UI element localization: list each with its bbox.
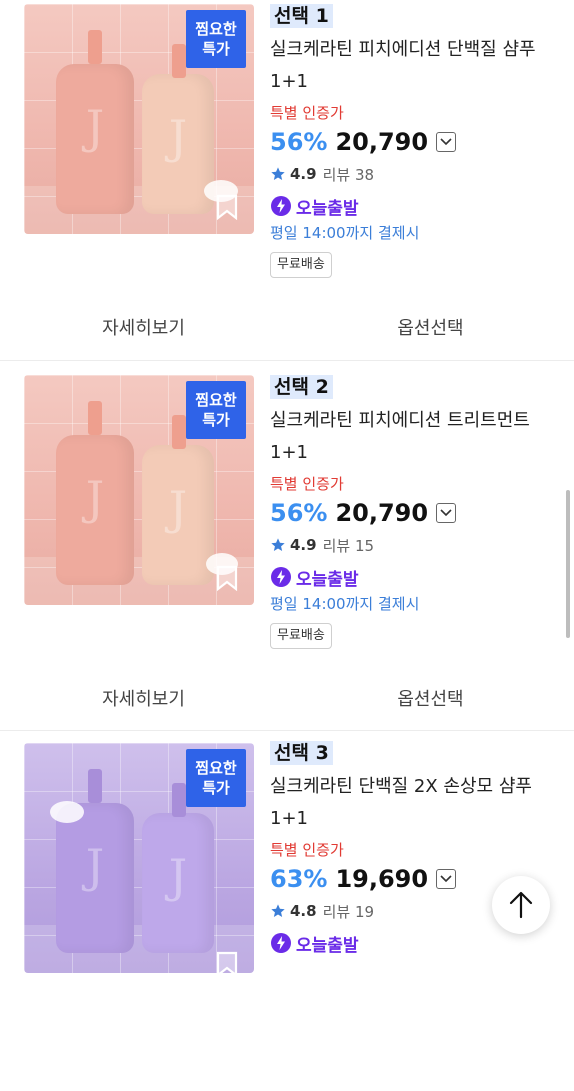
badge-line-2: 특가 [202,411,230,429]
select-option-button[interactable]: 옵션선택 [287,302,574,352]
rating-score: 4.8 [290,902,317,920]
product-name-line2: 1+1 [270,71,308,92]
rating-score: 4.9 [290,165,317,183]
discount-rate: 63% [270,865,328,893]
product-name: 실크케라틴 피치에디션 트리트먼트 [270,410,530,431]
bottle: J [56,401,134,585]
bottle: J [142,44,214,214]
rating-score: 4.9 [290,536,317,554]
discount-rate: 56% [270,128,328,156]
arrow-up-icon [509,891,533,919]
product-image[interactable]: J J 찜요한 특가 [24,4,254,234]
today-shipping-label: 오늘출발 [296,198,359,219]
view-detail-button[interactable]: 자세히보기 [0,673,287,723]
product-info: 선택 2 실크케라틴 피치에디션 트리트먼트 1+1 특별 인증가 56% 20… [270,375,560,649]
lightning-icon [271,196,291,216]
product-card-1[interactable]: J J 찜요한 특가 선택 1 실크케라틴 피치에디션 단백질 샴푸 1+1 특… [0,0,574,360]
badge-line-1: 찜요한 [195,20,237,38]
price-row: 56% 20,790 [270,497,560,529]
product-name-line2: 1+1 [270,442,308,463]
rating-row: 4.9 리뷰 15 [270,533,560,557]
shipping-cutoff: 평일 14:00까지 결제시 [270,595,420,613]
price-row: 56% 20,790 [270,126,560,158]
product-name: 실크케라틴 피치에디션 단백질 샴푸 [270,39,536,60]
scroll-to-top-button[interactable] [492,876,550,934]
lightning-icon [271,933,291,953]
bookmark-icon[interactable] [216,194,238,220]
bottle: J [142,783,214,953]
product-name: 실크케라틴 단백질 2X 손상모 샴푸 [270,776,532,797]
badge-line-2: 특가 [202,40,230,58]
price: 20,790 [335,128,429,156]
today-shipping-label: 오늘출발 [296,569,359,590]
product-actions: 자세히보기 옵션선택 [0,302,574,352]
option-label: 선택 3 [270,741,333,765]
price: 20,790 [335,499,429,527]
scrollbar[interactable] [566,490,570,638]
chevron-down-icon[interactable] [436,132,457,152]
deal-badge: 찜요한 특가 [186,749,246,807]
foam [50,801,84,823]
badge-line-1: 찜요한 [195,759,237,777]
bookmark-icon[interactable] [216,951,238,973]
free-shipping-tag: 무료배송 [270,252,332,278]
option-label: 선택 2 [270,375,333,399]
badge-line-2: 특가 [202,779,230,797]
discount-rate: 56% [270,499,328,527]
product-info: 선택 1 실크케라틴 피치에디션 단백질 샴푸 1+1 특별 인증가 56% 2… [270,4,560,278]
special-price-label: 특별 인증가 [270,104,344,122]
special-price-label: 특별 인증가 [270,475,344,493]
rating-row: 4.9 리뷰 38 [270,162,560,186]
product-card-3[interactable]: J J 찜요한 특가 선택 3 실크케라틴 단백질 2X 손상모 샴푸 1+1 … [0,730,574,1091]
deal-badge: 찜요한 특가 [186,381,246,439]
lightning-icon [271,567,291,587]
star-icon [271,538,285,551]
select-option-button[interactable]: 옵션선택 [287,673,574,723]
view-detail-button[interactable]: 자세히보기 [0,302,287,352]
chevron-down-icon[interactable] [436,869,457,889]
bookmark-icon[interactable] [216,565,238,591]
product-actions: 자세히보기 옵션선택 [0,673,574,723]
product-image[interactable]: J J 찜요한 특가 [24,375,254,605]
option-label: 선택 1 [270,4,333,28]
free-shipping-tag: 무료배송 [270,623,332,649]
star-icon [271,167,285,180]
product-title[interactable]: 실크케라틴 피치에디션 단백질 샴푸 1+1 [270,34,560,98]
star-icon [271,904,285,917]
product-card-2[interactable]: J J 찜요한 특가 선택 2 실크케라틴 피치에디션 트리트먼트 1+1 특별… [0,360,574,721]
review-count[interactable]: 리뷰 19 [323,901,374,922]
product-name-line2: 1+1 [270,808,308,829]
review-count[interactable]: 리뷰 15 [323,535,374,556]
special-price-label: 특별 인증가 [270,841,344,859]
today-shipping-row: 오늘출발 [270,563,560,591]
review-count[interactable]: 리뷰 38 [323,164,374,185]
shipping-cutoff: 평일 14:00까지 결제시 [270,224,420,242]
product-image[interactable]: J J 찜요한 특가 [24,743,254,973]
deal-badge: 찜요한 특가 [186,10,246,68]
today-shipping-label: 오늘출발 [296,935,359,956]
chevron-down-icon[interactable] [436,503,457,523]
price: 19,690 [335,865,429,893]
badge-line-1: 찜요한 [195,391,237,409]
bottle: J [142,415,214,585]
bottle: J [56,769,134,953]
product-title[interactable]: 실크케라틴 피치에디션 트리트먼트 1+1 [270,405,560,469]
today-shipping-row: 오늘출발 [270,192,560,220]
bottle: J [56,30,134,214]
product-title[interactable]: 실크케라틴 단백질 2X 손상모 샴푸 1+1 [270,771,560,835]
